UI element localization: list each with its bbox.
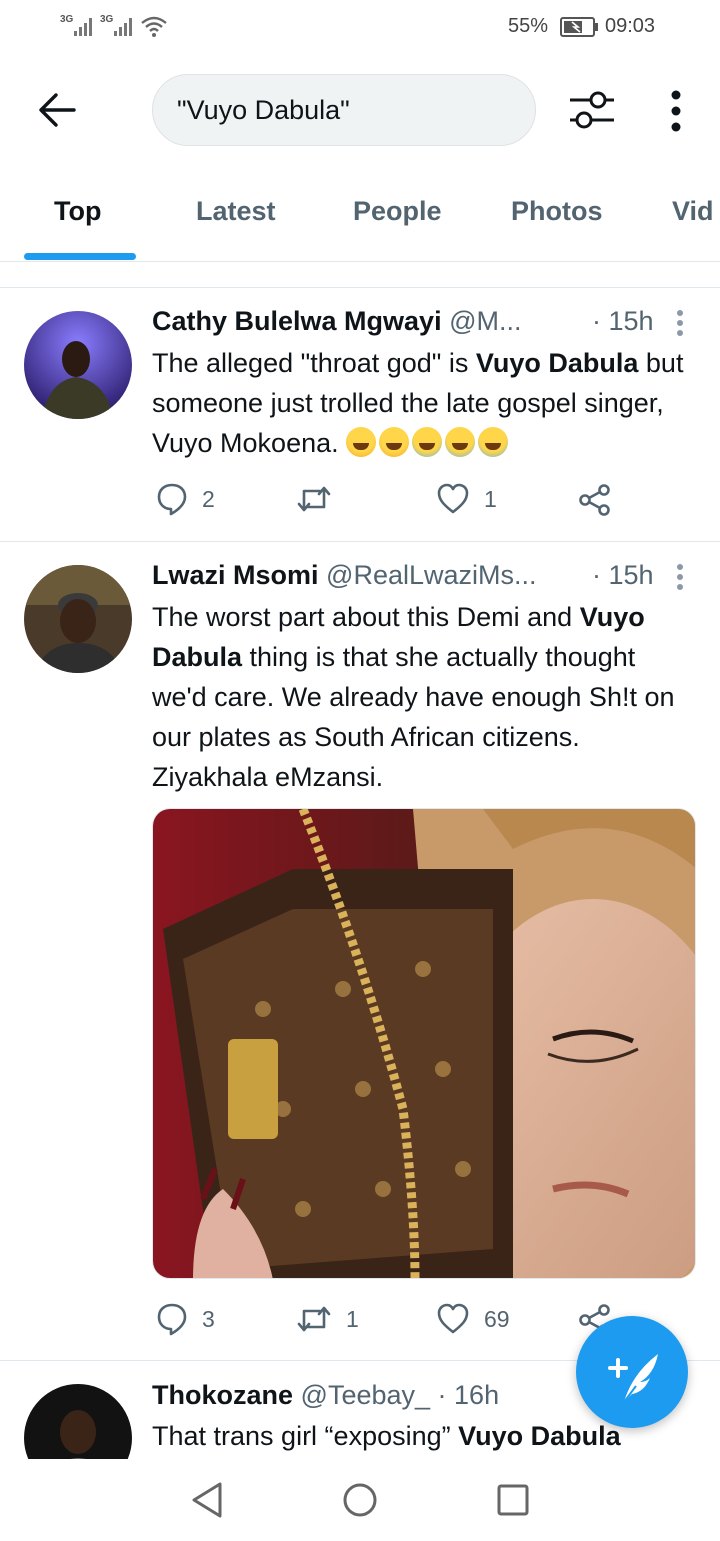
tweet-divider	[0, 541, 720, 542]
reply-button[interactable]: 3	[156, 1302, 215, 1336]
like-button[interactable]: 1	[436, 483, 497, 515]
tweet-text: The alleged "throat god" is Vuyo Dabula …	[152, 348, 684, 458]
feather-plus-icon	[608, 1354, 658, 1403]
network-type-1: 3G	[60, 14, 74, 25]
signal-icon	[74, 16, 92, 36]
tweet-text: The worst part about this Demi and Vuyo …	[152, 602, 675, 792]
tweet-photo[interactable]	[152, 808, 696, 1279]
system-navigation-bar	[0, 1459, 720, 1541]
more-vertical-icon[interactable]	[668, 90, 684, 132]
retweet-button[interactable]: 1	[296, 1304, 359, 1334]
wifi-icon	[141, 16, 167, 37]
battery-icon	[560, 17, 598, 37]
battery-percent: 55%	[508, 15, 549, 37]
network-type-2: 3G	[100, 14, 114, 25]
active-tab-indicator	[24, 253, 136, 260]
tab-photos[interactable]: Photos	[511, 196, 603, 227]
author-name[interactable]: Thokozane	[152, 1380, 293, 1410]
emoji-sob-icon	[445, 427, 476, 457]
emoji-rofl-icon	[379, 427, 410, 457]
author-name[interactable]: Cathy Bulelwa Mgwayi	[152, 306, 442, 336]
emoji-sob-icon	[412, 427, 443, 457]
tweet-time: · 16h	[437, 1380, 500, 1410]
feed-top-divider	[0, 287, 720, 288]
search-query-text: "Vuyo Dabula"	[177, 95, 350, 125]
retweet-icon	[297, 1306, 331, 1332]
author-name[interactable]: Lwazi Msomi	[152, 560, 319, 590]
compose-button[interactable]	[576, 1316, 688, 1428]
heart-icon	[437, 483, 469, 514]
highlight-term: Vuyo Dabula	[475, 348, 639, 378]
reply-count: 2	[202, 485, 215, 512]
emoji-sob-icon	[478, 427, 509, 457]
tweet-header: Lwazi Msomi @RealLwaziMs...	[152, 560, 537, 591]
tabs-divider	[0, 261, 720, 262]
speech-bubble-icon	[157, 1303, 187, 1336]
avatar[interactable]	[24, 311, 132, 419]
sliders-icon[interactable]	[568, 88, 616, 132]
like-count: 69	[484, 1305, 510, 1332]
home-circle-icon[interactable]	[342, 1481, 378, 1519]
author-handle[interactable]: @M...	[449, 306, 521, 336]
tweet-header: Thokozane @Teebay_ · 16h	[152, 1380, 499, 1411]
emoji-joy-icon	[346, 427, 377, 457]
avatar[interactable]	[24, 565, 132, 673]
tweet-time: · 15h	[592, 560, 654, 590]
tab-top[interactable]: Top	[54, 196, 101, 227]
search-input[interactable]: "Vuyo Dabula"	[152, 74, 536, 146]
arrow-left-icon[interactable]	[38, 92, 76, 128]
tab-latest[interactable]: Latest	[196, 196, 276, 227]
retweet-icon	[297, 486, 331, 512]
tweet-header: Cathy Bulelwa Mgwayi @M...	[152, 306, 522, 337]
retweet-count: 1	[346, 1305, 359, 1332]
retweet-button[interactable]	[296, 484, 346, 514]
back-triangle-icon[interactable]	[190, 1481, 224, 1519]
tab-people[interactable]: People	[353, 196, 442, 227]
signal-icon-2	[114, 16, 132, 36]
clock: 09:03	[605, 15, 656, 37]
tweet-time: · 15h	[592, 306, 654, 336]
heart-icon	[437, 1303, 469, 1334]
author-handle[interactable]: @Teebay_	[301, 1380, 431, 1410]
recents-square-icon[interactable]	[496, 1483, 530, 1517]
like-count: 1	[484, 485, 497, 512]
reply-count: 3	[202, 1305, 215, 1332]
author-handle[interactable]: @RealLwaziMs...	[326, 560, 536, 590]
tweet-more-icon[interactable]	[677, 310, 683, 340]
tab-videos[interactable]: Vid	[672, 196, 714, 227]
share-icon[interactable]	[578, 484, 612, 516]
tweet-more-icon[interactable]	[677, 564, 683, 594]
speech-bubble-icon	[157, 483, 187, 516]
status-bar: 3G 3G 55% 09:03	[0, 0, 720, 56]
like-button[interactable]: 69	[436, 1303, 510, 1335]
reply-button[interactable]: 2	[156, 482, 215, 516]
